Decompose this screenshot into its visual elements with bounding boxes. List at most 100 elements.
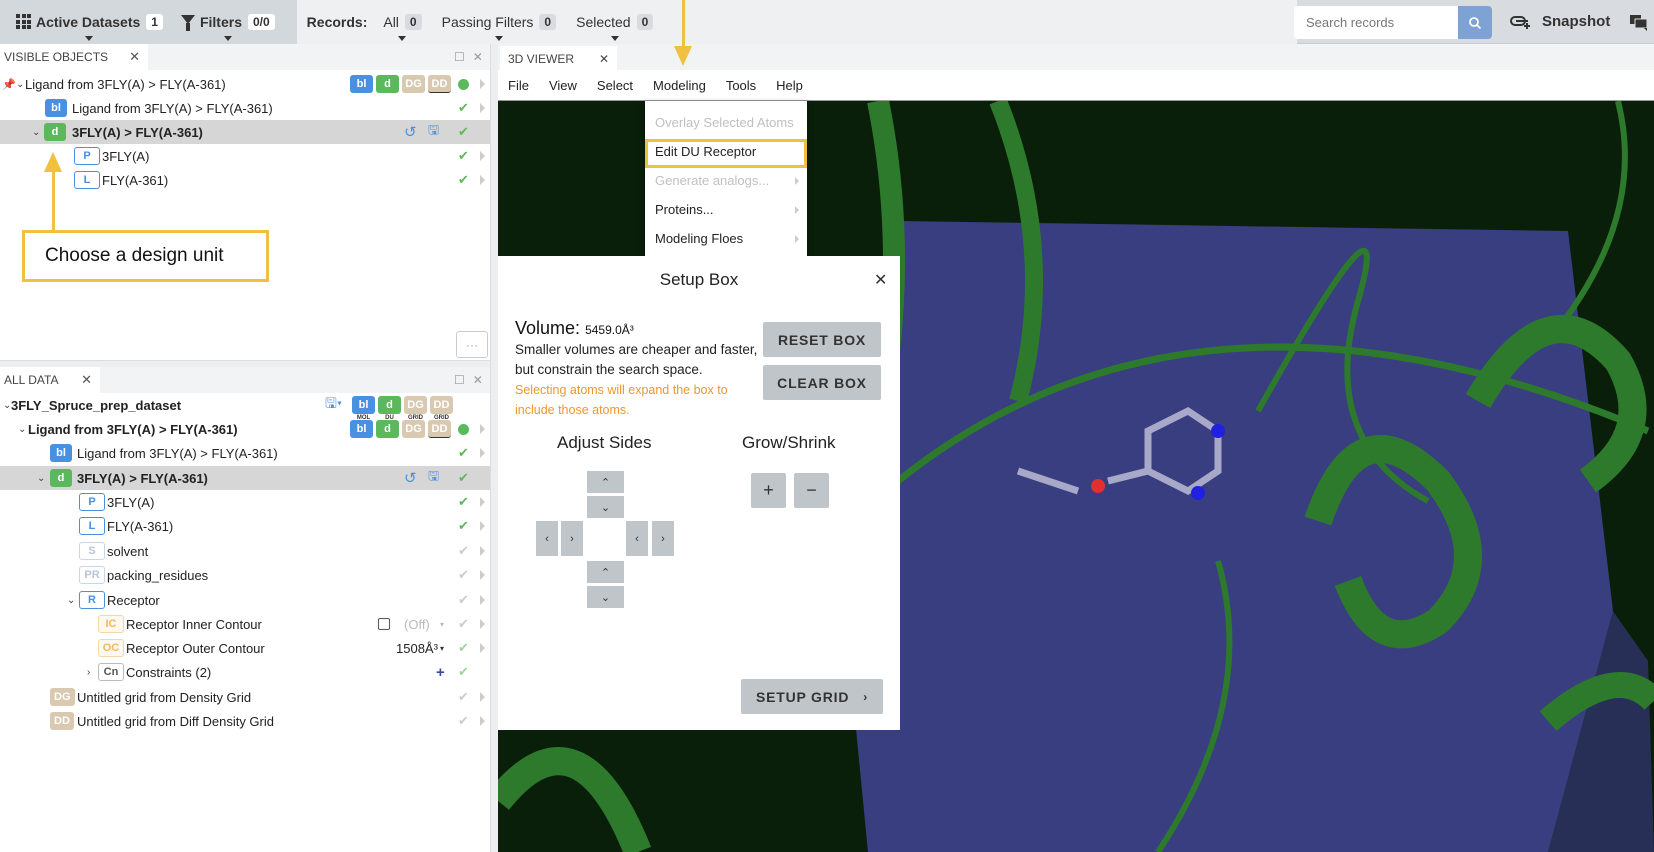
tree-row[interactable]: P 3FLY(A) ✔ bbox=[0, 490, 490, 514]
chevron-right-icon[interactable] bbox=[480, 619, 485, 629]
tag-grid[interactable]: DG GRID bbox=[404, 396, 427, 421]
top-side-down-button[interactable]: ⌄ bbox=[587, 496, 624, 518]
tree-row[interactable]: ⌄ R Receptor ✔ bbox=[0, 588, 490, 612]
tree-row[interactable]: bl Ligand from 3FLY(A) > FLY(A-361) ✔ bbox=[0, 441, 490, 465]
chevron-right-icon[interactable] bbox=[480, 595, 485, 605]
chevron-down-icon[interactable]: ⌄ bbox=[16, 79, 24, 90]
tree-row[interactable]: DG Untitled grid from Density Grid ✔ bbox=[0, 685, 490, 709]
check-icon[interactable]: ✔ bbox=[458, 689, 469, 705]
check-icon[interactable]: ✔ bbox=[458, 567, 469, 583]
tree-row[interactable]: PR packing_residues ✔ bbox=[0, 563, 490, 587]
check-icon[interactable]: ✔ bbox=[458, 124, 469, 140]
tag-dd[interactable]: DD bbox=[428, 420, 451, 438]
close-icon[interactable]: ✕ bbox=[473, 50, 483, 64]
check-icon[interactable]: ✔ bbox=[458, 148, 469, 164]
undo-icon[interactable]: ↺ bbox=[404, 123, 417, 141]
left-side-left-button[interactable]: ‹ bbox=[536, 521, 558, 556]
chevron-down-icon[interactable]: ⌄ bbox=[37, 473, 45, 484]
active-datasets-button[interactable]: Active Datasets 1 bbox=[16, 13, 163, 41]
tag-dd[interactable]: DD bbox=[428, 75, 451, 93]
more-options-button[interactable]: ··· bbox=[456, 331, 488, 358]
check-icon[interactable]: ✔ bbox=[458, 172, 469, 188]
menu-item-proteins[interactable]: Proteins... bbox=[655, 202, 714, 217]
chevron-right-icon[interactable] bbox=[480, 570, 485, 580]
chevron-right-icon[interactable] bbox=[480, 424, 485, 434]
tag-d[interactable]: d bbox=[376, 420, 399, 438]
chevron-right-icon[interactable] bbox=[480, 448, 485, 458]
check-icon[interactable]: ✔ bbox=[458, 713, 469, 729]
filters-button[interactable]: Filters 0/0 bbox=[180, 13, 275, 41]
tag-bl[interactable]: bl bbox=[350, 420, 373, 438]
menu-view[interactable]: View bbox=[549, 78, 577, 93]
maximize-icon[interactable]: ☐ bbox=[454, 50, 465, 64]
check-icon[interactable]: ✔ bbox=[458, 543, 469, 559]
visibility-dot[interactable] bbox=[458, 423, 469, 435]
menu-item-modeling-floes[interactable]: Modeling Floes bbox=[655, 231, 743, 246]
undo-icon[interactable]: ↺ bbox=[404, 469, 417, 487]
grow-button[interactable]: + bbox=[751, 473, 786, 508]
tree-row[interactable]: L FLY(A-361) ✔ bbox=[0, 514, 490, 538]
chevron-down-icon[interactable]: ⌄ bbox=[32, 127, 40, 138]
tab-3d-viewer[interactable]: 3D VIEWER ✕ bbox=[500, 46, 617, 72]
outer-contour-value[interactable]: 1508Å³ bbox=[396, 641, 438, 656]
inner-contour-value[interactable]: (Off) bbox=[404, 617, 430, 632]
bottom-side-down-button[interactable]: ⌄ bbox=[587, 586, 624, 608]
snapshot-button[interactable]: Snapshot bbox=[1510, 13, 1610, 30]
tag-grid-diff[interactable]: DD GRID bbox=[430, 396, 453, 421]
close-icon[interactable]: ✕ bbox=[473, 373, 483, 387]
reset-box-button[interactable]: RESET BOX bbox=[763, 322, 881, 357]
close-icon[interactable]: ✕ bbox=[81, 372, 92, 388]
right-side-left-button[interactable]: ‹ bbox=[626, 521, 648, 556]
inner-contour-checkbox[interactable] bbox=[378, 618, 390, 630]
chevron-right-icon[interactable] bbox=[480, 521, 485, 531]
close-icon[interactable]: ✕ bbox=[129, 49, 140, 65]
tag-d[interactable]: d bbox=[376, 75, 399, 93]
tree-row[interactable]: › Cn Constraints (2) + ✔ bbox=[0, 660, 490, 684]
menu-select[interactable]: Select bbox=[597, 78, 633, 93]
chevron-down-icon[interactable]: ⌄ bbox=[18, 424, 26, 435]
tree-row[interactable]: S solvent ✔ bbox=[0, 539, 490, 563]
tag-du[interactable]: d DU bbox=[378, 396, 401, 421]
shrink-button[interactable]: − bbox=[794, 473, 829, 508]
tree-row[interactable]: ⌄ Ligand from 3FLY(A) > FLY(A-361) bl d … bbox=[0, 417, 490, 441]
check-icon[interactable]: ✔ bbox=[458, 640, 469, 656]
save-dataset-icon[interactable]: 🖫▾ bbox=[325, 393, 342, 417]
chevron-right-icon[interactable]: › bbox=[87, 667, 90, 678]
setup-grid-button[interactable]: SETUP GRID › bbox=[741, 679, 883, 714]
check-icon[interactable]: ✔ bbox=[458, 494, 469, 510]
tag-mol[interactable]: bl MOL bbox=[352, 396, 375, 421]
visibility-dot[interactable] bbox=[458, 78, 469, 90]
check-icon[interactable]: ✔ bbox=[458, 592, 469, 608]
search-input[interactable] bbox=[1294, 6, 1458, 39]
chevron-down-icon[interactable]: ▾ bbox=[440, 644, 444, 653]
chevron-right-icon[interactable] bbox=[480, 716, 485, 726]
top-side-up-button[interactable]: ⌃ bbox=[587, 471, 624, 493]
menu-item-generate-analogs[interactable]: Generate analogs... bbox=[655, 173, 769, 188]
check-icon[interactable]: ✔ bbox=[458, 664, 469, 680]
menu-help[interactable]: Help bbox=[776, 78, 803, 93]
chevron-down-icon[interactable]: ▾ bbox=[440, 620, 444, 629]
tab-all-data[interactable]: ALL DATA ✕ bbox=[0, 367, 100, 393]
panel-splitter[interactable] bbox=[490, 44, 498, 852]
close-icon[interactable]: ✕ bbox=[874, 270, 887, 290]
tree-row[interactable]: DD Untitled grid from Diff Density Grid … bbox=[0, 709, 490, 733]
chevron-right-icon[interactable] bbox=[480, 692, 485, 702]
check-icon[interactable]: ✔ bbox=[458, 445, 469, 461]
check-icon[interactable]: ✔ bbox=[458, 518, 469, 534]
tree-row-selected[interactable]: ⌄ d 3FLY(A) > FLY(A-361) ↺ 🖫 ✔ bbox=[0, 466, 490, 490]
tree-row[interactable]: P 3FLY(A) ✔ bbox=[0, 144, 490, 168]
check-icon[interactable]: ✔ bbox=[458, 470, 469, 486]
menu-modeling[interactable]: Modeling bbox=[653, 78, 706, 93]
records-selected-button[interactable]: Selected 0 bbox=[576, 13, 654, 41]
menu-file[interactable]: File bbox=[508, 78, 529, 93]
tag-dg[interactable]: DG bbox=[402, 75, 425, 93]
menu-tools[interactable]: Tools bbox=[726, 78, 756, 93]
chevron-right-icon[interactable] bbox=[480, 103, 485, 113]
save-icon[interactable]: 🖫 bbox=[428, 121, 439, 143]
tag-bl[interactable]: bl bbox=[350, 75, 373, 93]
left-side-right-button[interactable]: › bbox=[561, 521, 583, 556]
comments-icon[interactable] bbox=[1630, 15, 1648, 34]
add-constraint-icon[interactable]: + bbox=[436, 664, 445, 681]
save-icon[interactable]: 🖫 bbox=[428, 467, 439, 489]
dataset-row[interactable]: ⌄ 3FLY_Spruce_prep_dataset 🖫▾ bl MOL d DU … bbox=[0, 393, 490, 421]
